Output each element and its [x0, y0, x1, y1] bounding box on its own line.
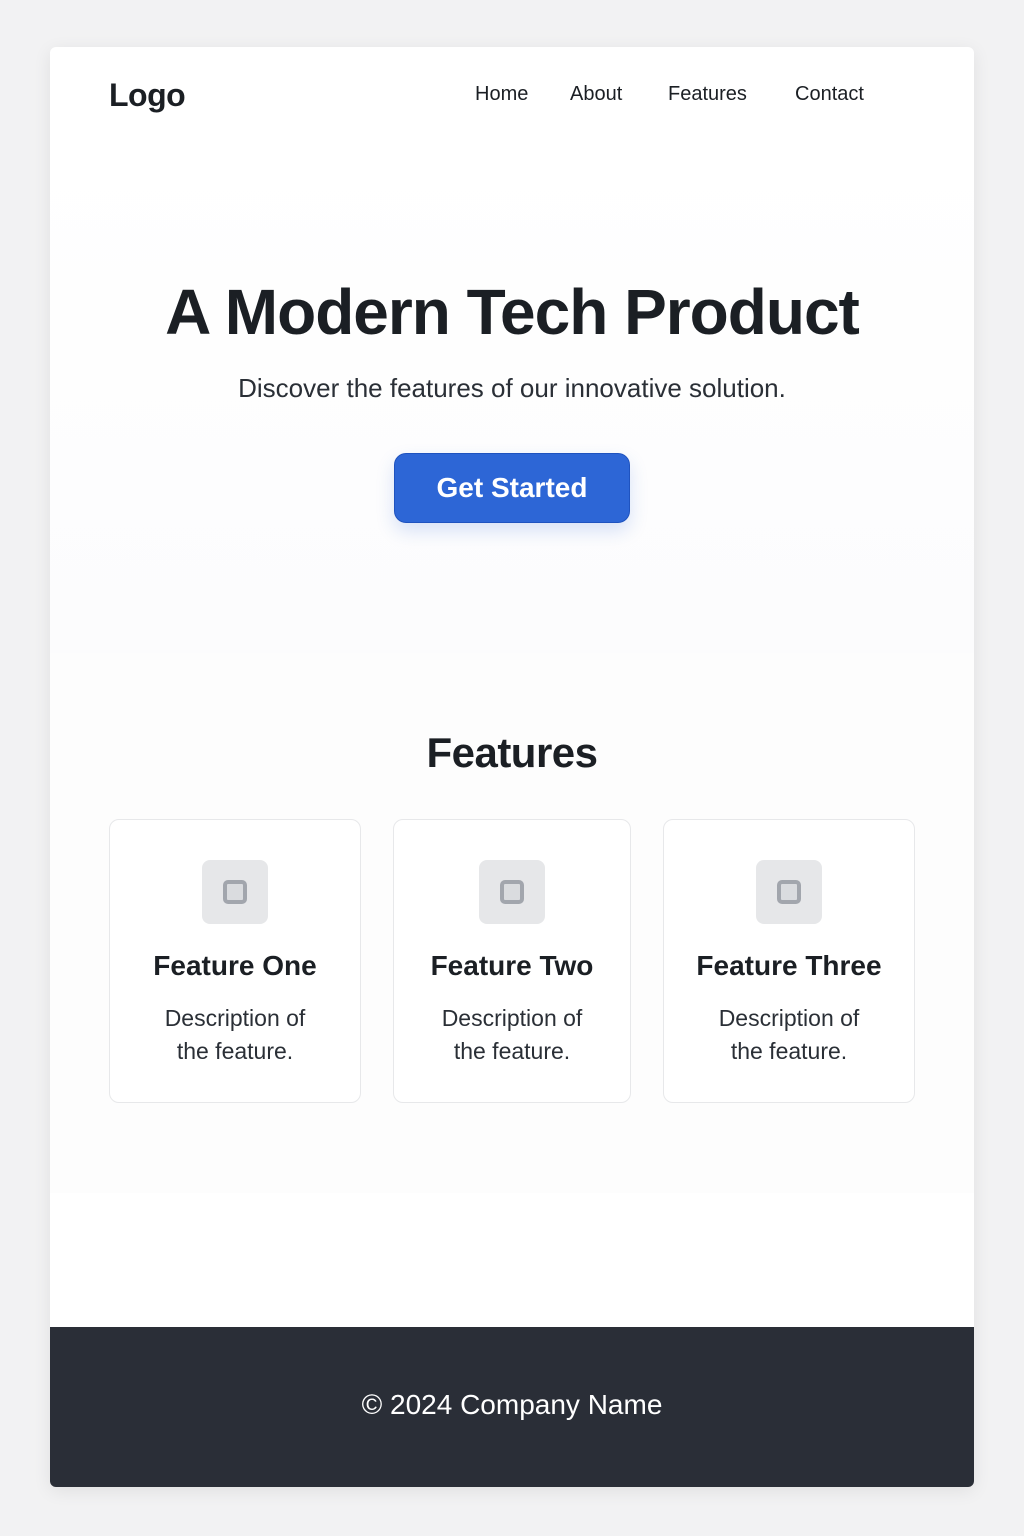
square-icon [202, 860, 268, 924]
main-nav: Home About Features Contact [50, 83, 974, 109]
features-section: Features Feature One Description of the … [50, 653, 974, 1193]
hero-title: A Modern Tech Product [165, 276, 860, 348]
get-started-button[interactable]: Get Started [394, 453, 630, 523]
feature-title: Feature One [153, 950, 317, 981]
square-icon [479, 860, 545, 924]
nav-link-about[interactable]: About [570, 83, 622, 106]
hero-section: A Modern Tech Product Discover the featu… [50, 147, 974, 653]
feature-card-one: Feature One Description of the feature. [109, 819, 361, 1103]
hero-subtitle: Discover the features of our innovative … [238, 373, 786, 403]
site-footer: © 2024 Company Name [50, 1327, 974, 1487]
page: Logo Home About Features Contact A Moder… [50, 47, 974, 1487]
feature-card-two: Feature Two Description of the feature. [393, 819, 631, 1103]
features-title: Features [426, 729, 598, 776]
feature-description: Description of the feature. [164, 1005, 306, 1064]
feature-description: Description of the feature. [441, 1005, 583, 1064]
square-icon [756, 860, 822, 924]
feature-card-three: Feature Three Description of the feature… [663, 819, 915, 1103]
feature-title: Feature Three [696, 950, 882, 981]
footer-copyright: © 2024 Company Name [361, 1389, 663, 1420]
spacer [50, 1193, 974, 1327]
site-header: Logo Home About Features Contact [50, 47, 974, 147]
nav-link-home[interactable]: Home [475, 83, 528, 106]
feature-description: Description of the feature. [718, 1005, 860, 1064]
nav-link-contact[interactable]: Contact [795, 83, 864, 106]
feature-title: Feature Two [430, 950, 594, 981]
nav-link-features[interactable]: Features [668, 83, 747, 106]
